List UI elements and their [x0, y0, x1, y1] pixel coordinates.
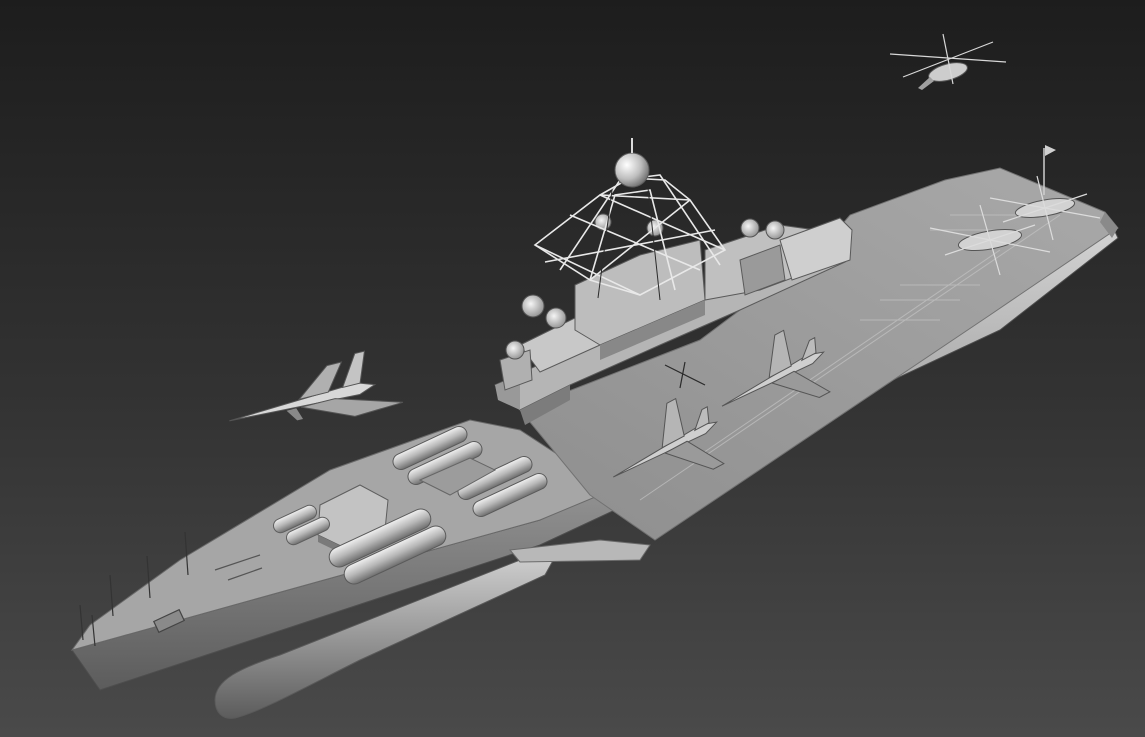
radar-dish [521, 294, 545, 318]
radar-dish [505, 340, 525, 360]
3d-viewport[interactable] [0, 0, 1145, 737]
radar-dish [545, 307, 567, 329]
radar-dish [765, 220, 785, 240]
radar-sphere [614, 152, 650, 188]
radar-dish [740, 218, 760, 238]
ship-render [0, 0, 1145, 737]
